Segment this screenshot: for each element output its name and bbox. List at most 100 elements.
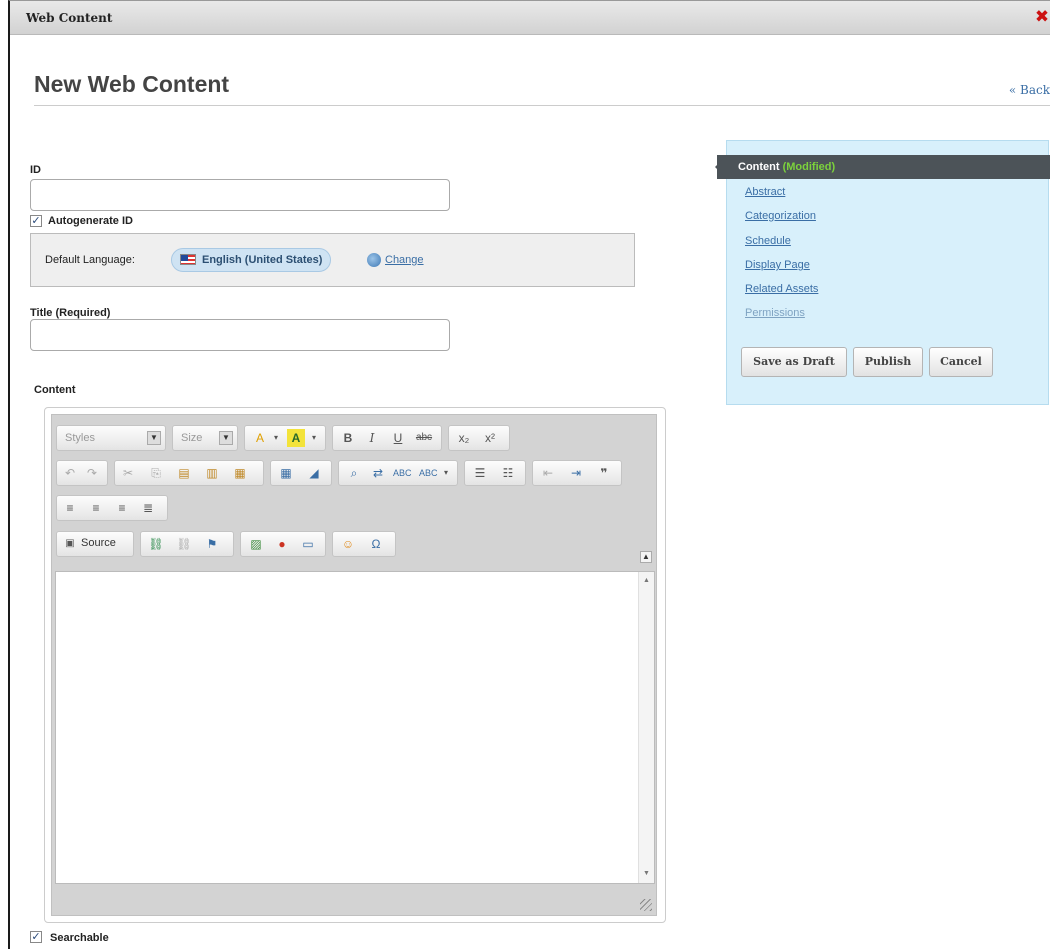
chevron-down-icon[interactable]: ▾ [305,429,323,447]
italic-icon[interactable]: I [363,429,381,447]
bulleted-list-icon[interactable]: ☷ [499,464,517,482]
id-input[interactable] [30,179,450,211]
cut-icon[interactable]: ✂ [119,464,137,482]
list-group: ☰ ☷ [464,460,526,486]
rich-text-editor: Styles ▼ Size ▼ A ▾ A ▾ B I U abc x₂ x² … [44,407,666,923]
source-button[interactable]: Source [81,537,116,549]
spellcheck-icon[interactable]: ABC [393,464,412,482]
change-language-link[interactable]: Change [385,254,424,266]
table-group: ▦ ◢ [270,460,332,486]
default-language-label: Default Language: [45,254,135,266]
background-color-icon[interactable]: A [287,429,305,447]
collapse-toolbar-icon[interactable]: ▲ [640,551,652,563]
sidebar-item-content[interactable]: Content (Modified) [715,155,1050,179]
sidebar-item-related-assets[interactable]: Related Assets [745,283,818,295]
us-flag-icon [180,254,196,265]
table-icon[interactable]: ▦ [277,464,295,482]
sidebar-item-categorization[interactable]: Categorization [745,210,816,222]
image-icon[interactable]: ▨ [247,535,265,553]
link-group: ⛓ ⛓ ⚑ [140,531,234,557]
modified-status: (Modified) [782,161,836,173]
undo-icon[interactable]: ↶ [61,464,79,482]
default-language-box: Default Language: English (United States… [30,233,635,287]
redo-icon[interactable]: ↷ [83,464,101,482]
underline-icon[interactable]: U [389,429,407,447]
publish-button[interactable]: Publish [853,347,923,377]
align-right-icon[interactable]: ≡ [113,499,131,517]
resize-handle-icon[interactable] [640,899,652,911]
form-navigation-panel: Content (Modified) Abstract Categorizati… [715,140,1050,405]
save-as-draft-button[interactable]: Save as Draft [741,347,847,377]
eraser-icon[interactable]: ◢ [305,464,323,482]
toolbar-row-3: ≡ ≡ ≡ ≣ [56,495,652,523]
numbered-list-icon[interactable]: ☰ [471,464,489,482]
title-divider [34,105,1050,106]
title-label: Title (Required) [30,307,111,319]
unlink-icon[interactable]: ⛓ [175,535,193,553]
paste-icon[interactable]: ▤ [175,464,193,482]
title-input[interactable] [30,319,450,351]
size-combo[interactable]: Size ▼ [175,429,235,447]
replace-icon[interactable]: ⇄ [369,464,387,482]
table-insert-icon[interactable]: ▭ [299,535,317,553]
editor-body[interactable]: ▲ ▼ [55,571,655,884]
sidebar-item-abstract[interactable]: Abstract [745,186,785,198]
searchable-checkbox[interactable]: ✓ [30,931,42,943]
toolbar-row-1: Styles ▼ Size ▼ A ▾ A ▾ B I U abc x₂ x² [56,425,652,453]
flash-icon[interactable]: ● [273,535,291,553]
toolbar-row-2: ↶ ↷ ✂ ⎘ ▤ ▥ ▦ ▦ ◢ ⌕ ⇄ ABC ABC ▾ ☰ ☷ ⇤ ⇥ … [56,460,652,488]
align-left-icon[interactable]: ≡ [61,499,79,517]
id-label: ID [30,164,41,176]
toolbar-row-4: ▣ Source ⛓ ⛓ ⚑ ▨ ● ▭ ☺ Ω [56,531,652,559]
editor-scrollbar[interactable]: ▲ ▼ [638,572,654,883]
scroll-up-icon[interactable]: ▲ [639,574,654,588]
dialog-titlebar: Web Content ✖ [10,1,1050,35]
strikethrough-icon[interactable]: abc [415,429,433,447]
searchable-label: Searchable [50,932,109,944]
smiley-icon[interactable]: ☺ [339,535,357,553]
dialog-title: Web Content [26,11,113,25]
special-char-icon[interactable]: Ω [367,535,385,553]
styles-combo[interactable]: Styles ▼ [59,429,163,447]
outdent-icon[interactable]: ⇤ [539,464,557,482]
source-group: ▣ Source [56,531,134,557]
styles-placeholder: Styles [65,432,95,444]
blockquote-icon[interactable]: ❞ [595,464,613,482]
color-group: A ▾ A ▾ [244,425,326,451]
cancel-button[interactable]: Cancel [929,347,993,377]
sidebar-item-schedule[interactable]: Schedule [745,235,791,247]
media-group: ▨ ● ▭ [240,531,326,557]
sidebar-item-display-page[interactable]: Display Page [745,259,810,271]
find-icon[interactable]: ⌕ [345,464,363,482]
autogenerate-label: Autogenerate ID [48,215,133,227]
size-placeholder: Size [181,432,203,444]
paste-text-icon[interactable]: ▥ [203,464,221,482]
insert-group: ☺ Ω [332,531,396,557]
language-badge: English (United States) [171,248,332,272]
undo-group: ↶ ↷ [56,460,108,486]
close-icon[interactable]: ✖ [1034,8,1050,26]
anchor-flag-icon[interactable]: ⚑ [203,535,221,553]
back-link[interactable]: « Back [1009,83,1050,97]
script-group: x₂ x² [448,425,510,451]
indent-icon[interactable]: ⇥ [567,464,585,482]
chevron-down-icon[interactable]: ▾ [437,464,455,482]
align-center-icon[interactable]: ≡ [87,499,105,517]
subscript-icon[interactable]: x₂ [455,429,473,447]
spellcheck-as-you-type-icon[interactable]: ABC [419,464,438,482]
scroll-down-icon[interactable]: ▼ [639,867,654,881]
copy-icon[interactable]: ⎘ [147,464,165,482]
autogenerate-checkbox[interactable]: ✓ [30,215,42,227]
link-icon[interactable]: ⛓ [147,535,165,553]
bold-icon[interactable]: B [339,429,357,447]
web-content-dialog: Web Content ✖ New Web Content « Back ID … [8,0,1050,949]
paste-word-icon[interactable]: ▦ [231,464,249,482]
sidebar-item-permissions[interactable]: Permissions [745,307,805,319]
sidebar-item-label: Content [738,161,780,173]
align-justify-icon[interactable]: ≣ [139,499,157,517]
indent-group: ⇤ ⇥ ❞ [532,460,622,486]
align-group: ≡ ≡ ≡ ≣ [56,495,168,521]
superscript-icon[interactable]: x² [481,429,499,447]
chevron-down-icon[interactable]: ▾ [267,429,285,447]
find-group: ⌕ ⇄ ABC ABC ▾ [338,460,458,486]
